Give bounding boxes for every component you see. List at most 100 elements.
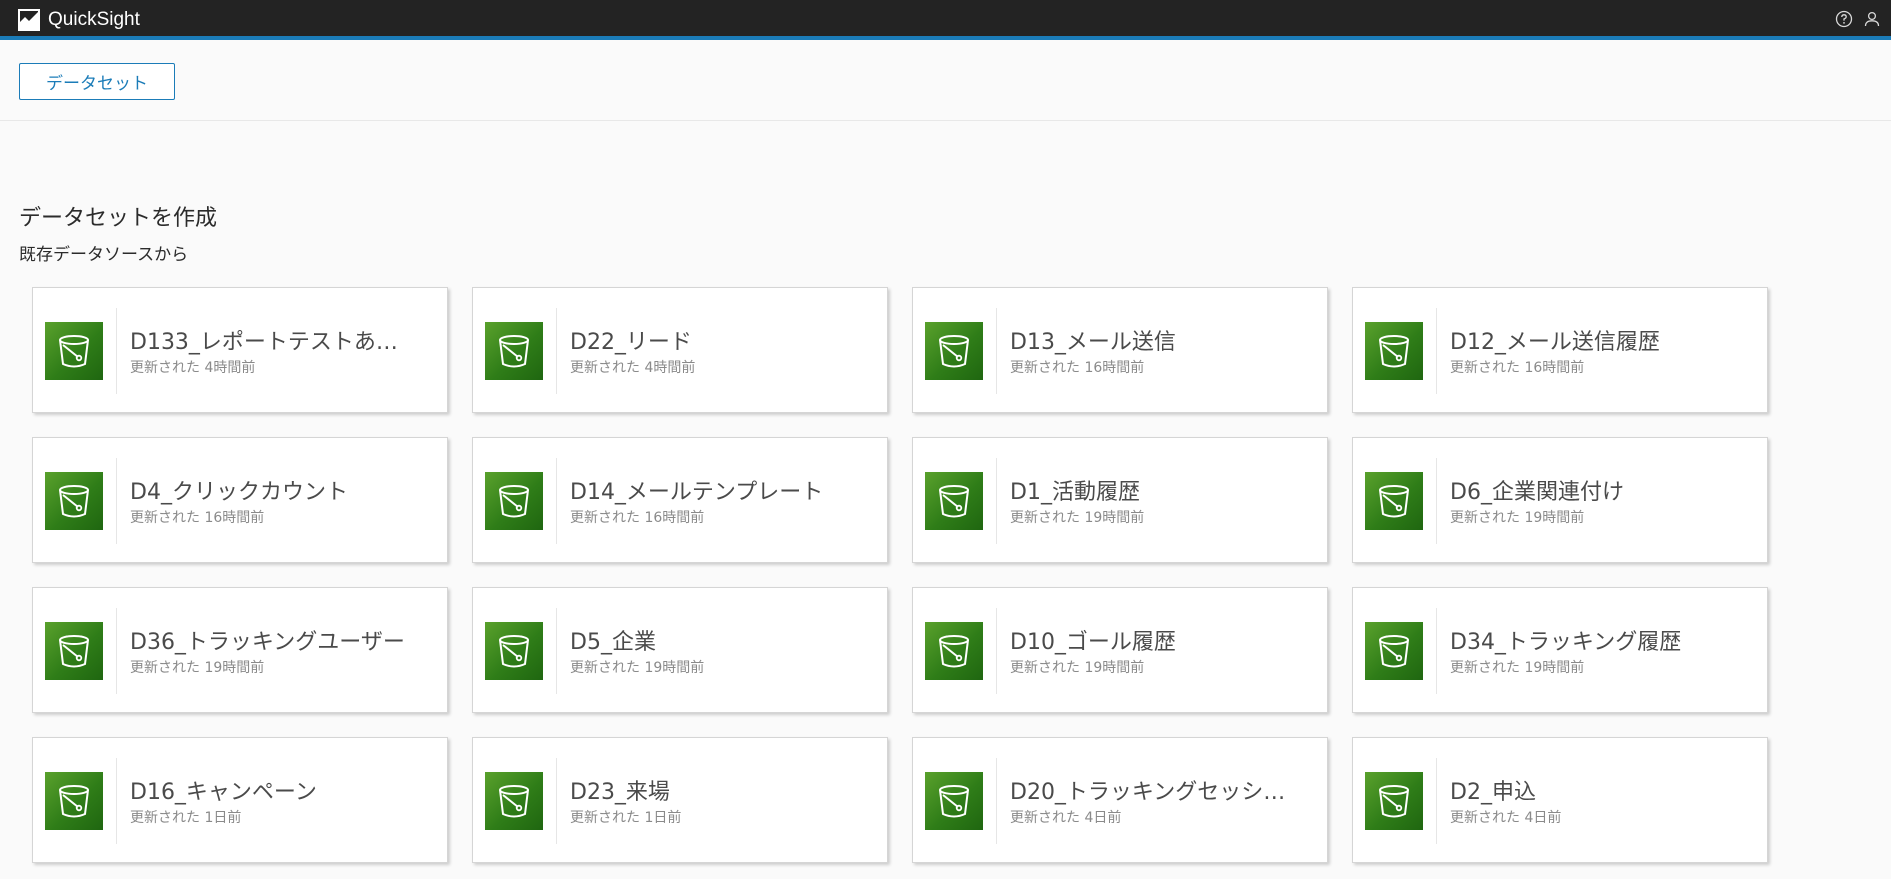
s3-bucket-icon xyxy=(499,335,529,368)
s3-source-icon xyxy=(485,772,543,830)
card-separator xyxy=(1436,758,1437,844)
s3-bucket-icon xyxy=(499,635,529,668)
create-dataset-title: データセットを作成 xyxy=(19,206,218,231)
card-separator xyxy=(1436,458,1437,544)
data-source-name: D34_トラッキング履歴 xyxy=(1450,630,1682,655)
card-separator xyxy=(556,458,557,544)
data-source-updated-time: 更新された 19時間前 xyxy=(130,660,265,676)
s3-bucket-icon xyxy=(1379,335,1409,368)
data-source-card[interactable]: D1_活動履歴 更新された 19時間前 xyxy=(912,437,1328,563)
data-source-card[interactable]: D36_トラッキングユーザー更新された 19時間前 xyxy=(32,587,448,713)
data-source-name: D22_リード xyxy=(570,330,692,355)
card-separator xyxy=(556,308,557,394)
data-source-name: D10_ゴール履歴 xyxy=(1010,630,1176,655)
card-separator xyxy=(116,608,117,694)
quicksight-logo-icon xyxy=(18,9,40,31)
s3-bucket-icon xyxy=(59,635,89,668)
s3-source-icon xyxy=(1365,772,1423,830)
data-source-name: D13_メール送信 xyxy=(1010,330,1176,355)
data-source-card[interactable]: D22_リード更新された 4時間前 xyxy=(472,287,888,413)
data-source-updated-time: 更新された 16時間前 xyxy=(1010,360,1145,376)
data-source-card[interactable]: D12_メール送信履歴更新された 16時間前 xyxy=(1352,287,1768,413)
data-source-card[interactable]: D5_企業更新された 19時間前 xyxy=(472,587,888,713)
data-source-card[interactable]: D10_ゴール履歴更新された 19時間前 xyxy=(912,587,1328,713)
data-source-name: D36_トラッキングユーザー xyxy=(130,630,405,655)
card-separator xyxy=(116,308,117,394)
data-source-name: D14_メールテンプレート xyxy=(570,480,824,505)
data-source-updated-time: 更新された 1日前 xyxy=(570,810,682,826)
s3-bucket-icon xyxy=(499,485,529,518)
s3-source-icon xyxy=(45,322,103,380)
data-source-updated-time: 更新された 4時間前 xyxy=(130,360,256,376)
s3-source-icon xyxy=(45,472,103,530)
card-separator xyxy=(996,758,997,844)
card-separator xyxy=(556,758,557,844)
datasets-button[interactable]: データセット xyxy=(19,63,175,100)
s3-bucket-icon xyxy=(59,785,89,818)
data-source-name: D6_企業関連付け xyxy=(1450,480,1624,505)
s3-source-icon xyxy=(45,622,103,680)
header-divider xyxy=(0,120,1891,121)
s3-bucket-icon xyxy=(59,335,89,368)
s3-source-icon xyxy=(1365,622,1423,680)
data-source-updated-time: 更新された 16時間前 xyxy=(130,510,265,526)
data-source-name: D23_来場 xyxy=(570,780,670,805)
data-source-card[interactable]: D6_企業関連付け更新された 19時間前 xyxy=(1352,437,1768,563)
data-source-name: D16_キャンペーン xyxy=(130,780,317,805)
data-source-updated-time: 更新された 19時間前 xyxy=(1450,510,1585,526)
data-source-name: D133_レポートテストあ… xyxy=(130,330,398,355)
card-separator xyxy=(556,608,557,694)
data-source-updated-time: 更新された 4日前 xyxy=(1450,810,1562,826)
help-icon[interactable] xyxy=(1835,10,1853,28)
s3-bucket-icon xyxy=(1379,785,1409,818)
data-source-updated-time: 更新された 16時間前 xyxy=(570,510,705,526)
s3-source-icon xyxy=(1365,472,1423,530)
data-source-card[interactable]: D133_レポートテストあ… 更新された 4時間前 xyxy=(32,287,448,413)
s3-source-icon xyxy=(1365,322,1423,380)
data-source-card[interactable]: D4_クリックカウント更新された 16時間前 xyxy=(32,437,448,563)
data-source-updated-time: 更新された 19時間前 xyxy=(570,660,705,676)
s3-bucket-icon xyxy=(939,485,969,518)
card-separator xyxy=(1436,608,1437,694)
data-source-card[interactable]: D23_来場更新された 1日前 xyxy=(472,737,888,863)
brand-name: QuickSight xyxy=(48,9,140,30)
card-separator xyxy=(996,308,997,394)
s3-source-icon xyxy=(485,322,543,380)
data-source-name: D20_トラッキングセッシ… xyxy=(1010,780,1286,805)
data-source-card[interactable]: D20_トラッキングセッシ… 更新された 4日前 xyxy=(912,737,1328,863)
s3-bucket-icon xyxy=(939,335,969,368)
s3-bucket-icon xyxy=(939,785,969,818)
data-source-name: D1_活動履歴 xyxy=(1010,480,1140,505)
card-separator xyxy=(996,608,997,694)
s3-source-icon xyxy=(485,622,543,680)
s3-bucket-icon xyxy=(1379,485,1409,518)
data-source-updated-time: 更新された 16時間前 xyxy=(1450,360,1585,376)
data-source-card[interactable]: D34_トラッキング履歴 更新された 19時間前 xyxy=(1352,587,1768,713)
data-source-card[interactable]: D16_キャンペーン 更新された 1日前 xyxy=(32,737,448,863)
data-source-card[interactable]: D2_申込更新された 4日前 xyxy=(1352,737,1768,863)
from-existing-source-subtitle: 既存データソースから xyxy=(19,245,189,265)
data-source-card[interactable]: D13_メール送信更新された 16時間前 xyxy=(912,287,1328,413)
s3-bucket-icon xyxy=(59,485,89,518)
data-source-updated-time: 更新された 4日前 xyxy=(1010,810,1122,826)
s3-bucket-icon xyxy=(1379,635,1409,668)
s3-bucket-icon xyxy=(939,635,969,668)
card-separator xyxy=(1436,308,1437,394)
data-source-name: D12_メール送信履歴 xyxy=(1450,330,1660,355)
s3-source-icon xyxy=(45,772,103,830)
data-source-card[interactable]: D14_メールテンプレート更新された 16時間前 xyxy=(472,437,888,563)
s3-source-icon xyxy=(485,472,543,530)
data-source-updated-time: 更新された 4時間前 xyxy=(570,360,696,376)
quicksight-home-link[interactable]: QuickSight xyxy=(18,9,140,31)
data-source-name: D4_クリックカウント xyxy=(130,480,348,505)
user-icon[interactable] xyxy=(1863,10,1881,28)
data-source-name: D2_申込 xyxy=(1450,780,1536,805)
card-separator xyxy=(996,458,997,544)
s3-bucket-icon xyxy=(499,785,529,818)
s3-source-icon xyxy=(925,772,983,830)
data-source-updated-time: 更新された 19時間前 xyxy=(1010,660,1145,676)
card-separator xyxy=(116,758,117,844)
s3-source-icon xyxy=(925,622,983,680)
data-source-name: D5_企業 xyxy=(570,630,656,655)
s3-source-icon xyxy=(925,322,983,380)
